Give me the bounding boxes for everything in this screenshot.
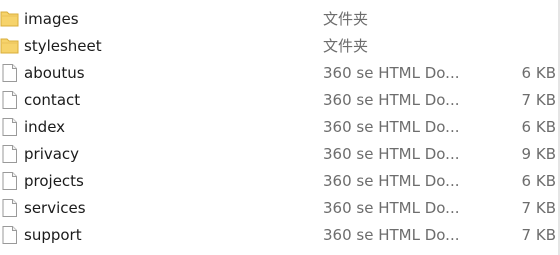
html-file-icon: [0, 90, 20, 110]
file-name: support: [24, 226, 82, 244]
file-size: 6 KB: [521, 64, 556, 82]
file-name: projects: [24, 172, 84, 190]
file-type: 文件夹: [323, 37, 369, 55]
file-name: stylesheet: [24, 37, 102, 55]
file-type: 文件夹: [323, 10, 369, 28]
list-item-index[interactable]: index 360 se HTML Do... 6 KB: [0, 114, 560, 141]
html-file-icon: [0, 144, 20, 164]
file-type: 360 se HTML Do...: [323, 226, 460, 244]
file-type: 360 se HTML Do...: [323, 64, 460, 82]
file-type: 360 se HTML Do...: [323, 145, 460, 163]
file-name: services: [24, 199, 86, 217]
file-type: 360 se HTML Do...: [323, 172, 460, 190]
list-item-aboutus[interactable]: aboutus 360 se HTML Do... 6 KB: [0, 60, 560, 87]
folder-icon: [0, 36, 20, 56]
html-file-icon: [0, 63, 20, 83]
html-file-icon: [0, 198, 20, 218]
file-type: 360 se HTML Do...: [323, 91, 460, 109]
file-name: index: [24, 118, 66, 136]
file-name: contact: [24, 91, 81, 109]
file-type: 360 se HTML Do...: [323, 118, 460, 136]
html-file-icon: [0, 171, 20, 191]
file-size: 6 KB: [521, 172, 556, 190]
file-size: 7 KB: [521, 91, 556, 109]
list-item-support[interactable]: support 360 se HTML Do... 7 KB: [0, 222, 560, 249]
list-item-images[interactable]: images 文件夹: [0, 6, 560, 33]
file-size: 9 KB: [521, 145, 556, 163]
file-size: 7 KB: [521, 226, 556, 244]
html-file-icon: [0, 225, 20, 245]
file-name: images: [24, 10, 79, 28]
list-item-contact[interactable]: contact 360 se HTML Do... 7 KB: [0, 87, 560, 114]
html-file-icon: [0, 117, 20, 137]
list-item-stylesheet[interactable]: stylesheet 文件夹: [0, 33, 560, 60]
file-size: 7 KB: [521, 199, 556, 217]
file-type: 360 se HTML Do...: [323, 199, 460, 217]
list-item-projects[interactable]: projects 360 se HTML Do... 6 KB: [0, 168, 560, 195]
file-list: images 文件夹 stylesheet 文件夹 aboutus 360 se…: [0, 6, 560, 249]
folder-icon: [0, 9, 20, 29]
list-item-services[interactable]: services 360 se HTML Do... 7 KB: [0, 195, 560, 222]
file-name: aboutus: [24, 64, 85, 82]
file-size: 6 KB: [521, 118, 556, 136]
file-name: privacy: [24, 145, 80, 163]
list-item-privacy[interactable]: privacy 360 se HTML Do... 9 KB: [0, 141, 560, 168]
